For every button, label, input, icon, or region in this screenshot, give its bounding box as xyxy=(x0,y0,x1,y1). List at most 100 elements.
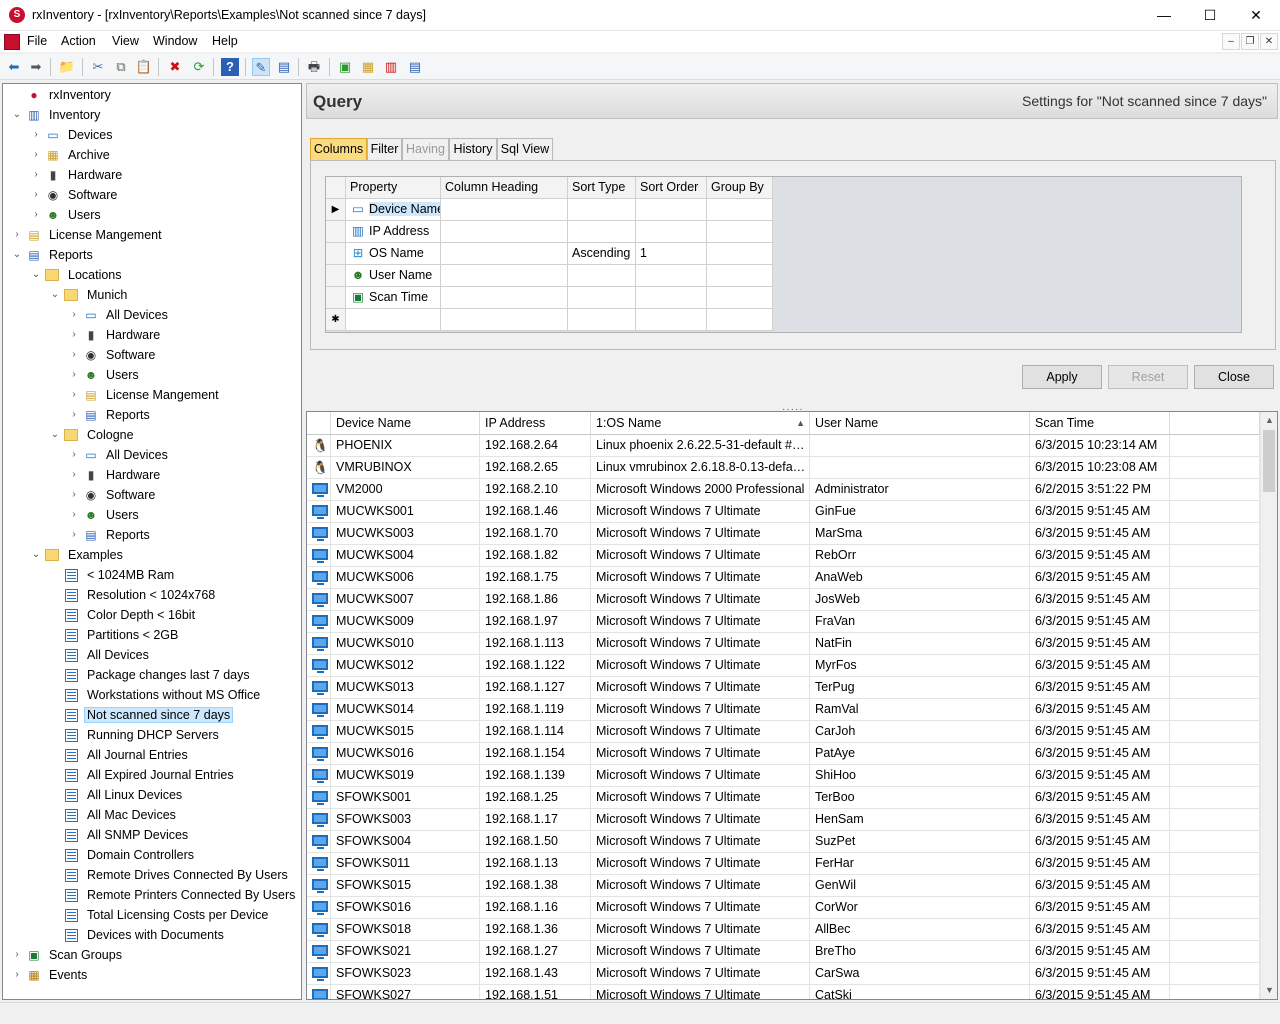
tree-node[interactable]: › ▮ Hardware xyxy=(68,325,298,345)
results-scrollbar[interactable]: ▲ ▼ xyxy=(1260,412,1277,999)
grid-cell-group-by[interactable] xyxy=(707,199,773,221)
expand-chevron-icon[interactable]: › xyxy=(68,508,80,522)
new-row-cell[interactable] xyxy=(707,309,773,331)
table-row[interactable]: SFOWKS023 192.168.1.43 Microsoft Windows 7… xyxy=(307,963,1260,985)
tree-node[interactable]: All Expired Journal Entries xyxy=(49,765,298,785)
tree-node[interactable]: All Linux Devices xyxy=(49,785,298,805)
tree-node[interactable]: › ▤ Reports xyxy=(68,525,298,545)
tree-node[interactable]: All Devices xyxy=(49,645,298,665)
tree-node[interactable]: ⌄ ▥ Inventory xyxy=(11,105,298,125)
grid-cell-heading[interactable] xyxy=(441,243,568,265)
table-row[interactable]: SFOWKS021 192.168.1.27 Microsoft Windows 7… xyxy=(307,941,1260,963)
grid-cell-sort-order[interactable]: 1 xyxy=(636,243,707,265)
grid-cell-sort-order[interactable] xyxy=(636,199,707,221)
tree-node[interactable]: < 1024MB Ram xyxy=(49,565,298,585)
tree-node[interactable]: Partitions < 2GB xyxy=(49,625,298,645)
grid-cell-sort-type[interactable] xyxy=(568,221,636,243)
collapse-chevron-icon[interactable]: ⌄ xyxy=(49,428,61,442)
expand-chevron-icon[interactable]: › xyxy=(68,488,80,502)
table-row[interactable]: MUCWKS007 192.168.1.86 Microsoft Windows 7… xyxy=(307,589,1260,611)
tree-node[interactable]: › ▭ Devices xyxy=(30,125,298,145)
scroll-up-icon[interactable]: ▲ xyxy=(1261,412,1277,429)
tree-node[interactable]: Not scanned since 7 days xyxy=(49,705,298,725)
collapse-chevron-icon[interactable]: ⌄ xyxy=(11,108,23,122)
table-row[interactable]: MUCWKS015 192.168.1.114 Microsoft Windows … xyxy=(307,721,1260,743)
results-column-header[interactable]: User Name xyxy=(810,412,1030,435)
grid-cell-group-by[interactable] xyxy=(707,265,773,287)
table-row[interactable]: SFOWKS011 192.168.1.13 Microsoft Windows 7… xyxy=(307,853,1260,875)
tree-node[interactable]: ⌄ Locations xyxy=(30,265,298,285)
collapse-chevron-icon[interactable]: ⌄ xyxy=(30,548,42,562)
expand-chevron-icon[interactable]: › xyxy=(11,968,23,982)
tab-sql-view[interactable]: Sql View xyxy=(497,138,553,160)
pdf-icon[interactable]: ▥ xyxy=(382,58,400,76)
grid-cell-sort-type[interactable] xyxy=(568,265,636,287)
table-row[interactable]: 🐧 PHOENIX 192.168.2.64 Linux phoenix 2.6.22… xyxy=(307,435,1260,457)
expand-chevron-icon[interactable]: › xyxy=(68,468,80,482)
tree-node[interactable]: › ▤ License Mangement xyxy=(11,225,298,245)
table-row[interactable]: SFOWKS016 192.168.1.16 Microsoft Windows 7… xyxy=(307,897,1260,919)
expand-chevron-icon[interactable]: › xyxy=(11,948,23,962)
table-row[interactable]: VM2000 192.168.2.10 Microsoft Windows 2000… xyxy=(307,479,1260,501)
tree-node[interactable]: ⌄ Munich xyxy=(49,285,298,305)
tree-node[interactable]: › ▤ License Mangement xyxy=(68,385,298,405)
query-view-icon[interactable]: ✎ xyxy=(252,58,270,76)
grid-cell-heading[interactable] xyxy=(441,199,568,221)
results-column-header[interactable]: Scan Time xyxy=(1030,412,1170,435)
help-icon[interactable]: ? xyxy=(221,58,239,76)
refresh-icon[interactable]: ⟳ xyxy=(190,58,208,76)
scroll-thumb[interactable] xyxy=(1263,430,1275,492)
table-row[interactable]: MUCWKS009 192.168.1.97 Microsoft Windows 7… xyxy=(307,611,1260,633)
tree-node[interactable]: › ▮ Hardware xyxy=(30,165,298,185)
grid-cell-group-by[interactable] xyxy=(707,221,773,243)
tree-node[interactable]: All Mac Devices xyxy=(49,805,298,825)
tree-node[interactable]: Package changes last 7 days xyxy=(49,665,298,685)
grid-cell-property[interactable]: ▣ Scan Time xyxy=(346,287,441,309)
column-header[interactable]: Sort Type xyxy=(568,177,636,199)
row-header[interactable] xyxy=(326,243,346,265)
tree-node[interactable]: ⌄ Cologne xyxy=(49,425,298,445)
expand-chevron-icon[interactable]: › xyxy=(30,208,42,222)
tree-node[interactable]: › ◉ Software xyxy=(68,345,298,365)
table-row[interactable]: MUCWKS010 192.168.1.113 Microsoft Windows … xyxy=(307,633,1260,655)
table-row[interactable]: SFOWKS027 192.168.1.51 Microsoft Windows 7… xyxy=(307,985,1260,999)
menu-file[interactable]: File xyxy=(27,34,47,48)
expand-chevron-icon[interactable]: › xyxy=(30,188,42,202)
tree-node[interactable]: › ☻ Users xyxy=(68,365,298,385)
column-header[interactable]: Column Heading xyxy=(441,177,568,199)
grid-cell-sort-order[interactable] xyxy=(636,265,707,287)
menu-view[interactable]: View xyxy=(112,34,139,48)
grid-cell-property[interactable]: ▭ Device Name xyxy=(346,199,441,221)
table-row[interactable]: MUCWKS001 192.168.1.46 Microsoft Windows 7… xyxy=(307,501,1260,523)
scroll-down-icon[interactable]: ▼ xyxy=(1261,982,1277,999)
grid-cell-sort-type[interactable] xyxy=(568,199,636,221)
tab-history[interactable]: History xyxy=(449,138,497,160)
mdi-restore-button[interactable]: ❐ xyxy=(1241,33,1259,50)
tree-node[interactable]: ⌄ ▤ Reports xyxy=(11,245,298,265)
navigation-tree[interactable]: ● rxInventory ⌄ ▥ Inventory › ▭ Devices › ▦ Archiv… xyxy=(2,83,302,1000)
print-icon[interactable]: 🖶 xyxy=(305,58,323,76)
tree-node[interactable]: Running DHCP Servers xyxy=(49,725,298,745)
collapse-chevron-icon[interactable]: ⌄ xyxy=(30,268,42,282)
expand-chevron-icon[interactable]: › xyxy=(30,168,42,182)
tree-node[interactable]: Remote Drives Connected By Users xyxy=(49,865,298,885)
back-icon[interactable]: ⬅ xyxy=(5,58,23,76)
menu-help[interactable]: Help xyxy=(212,34,238,48)
tree-node[interactable]: › ◉ Software xyxy=(68,485,298,505)
table-row[interactable]: SFOWKS003 192.168.1.17 Microsoft Windows 7… xyxy=(307,809,1260,831)
tree-node[interactable]: All SNMP Devices xyxy=(49,825,298,845)
table-row[interactable]: SFOWKS004 192.168.1.50 Microsoft Windows 7… xyxy=(307,831,1260,853)
collapse-chevron-icon[interactable]: ⌄ xyxy=(49,288,61,302)
column-header[interactable]: Property xyxy=(346,177,441,199)
collapse-chevron-icon[interactable]: ⌄ xyxy=(11,248,23,262)
column-header[interactable]: Sort Order xyxy=(636,177,707,199)
tree-node[interactable]: Total Licensing Costs per Device xyxy=(49,905,298,925)
column-header[interactable]: Group By xyxy=(707,177,773,199)
new-row-cell[interactable] xyxy=(346,309,441,331)
grid-cell-sort-order[interactable] xyxy=(636,221,707,243)
mdi-minimize-button[interactable]: – xyxy=(1222,33,1240,50)
grid-cell-group-by[interactable] xyxy=(707,243,773,265)
expand-chevron-icon[interactable]: › xyxy=(68,328,80,342)
row-header[interactable]: ▶ xyxy=(326,199,346,221)
tree-node[interactable]: › ▭ All Devices xyxy=(68,445,298,465)
